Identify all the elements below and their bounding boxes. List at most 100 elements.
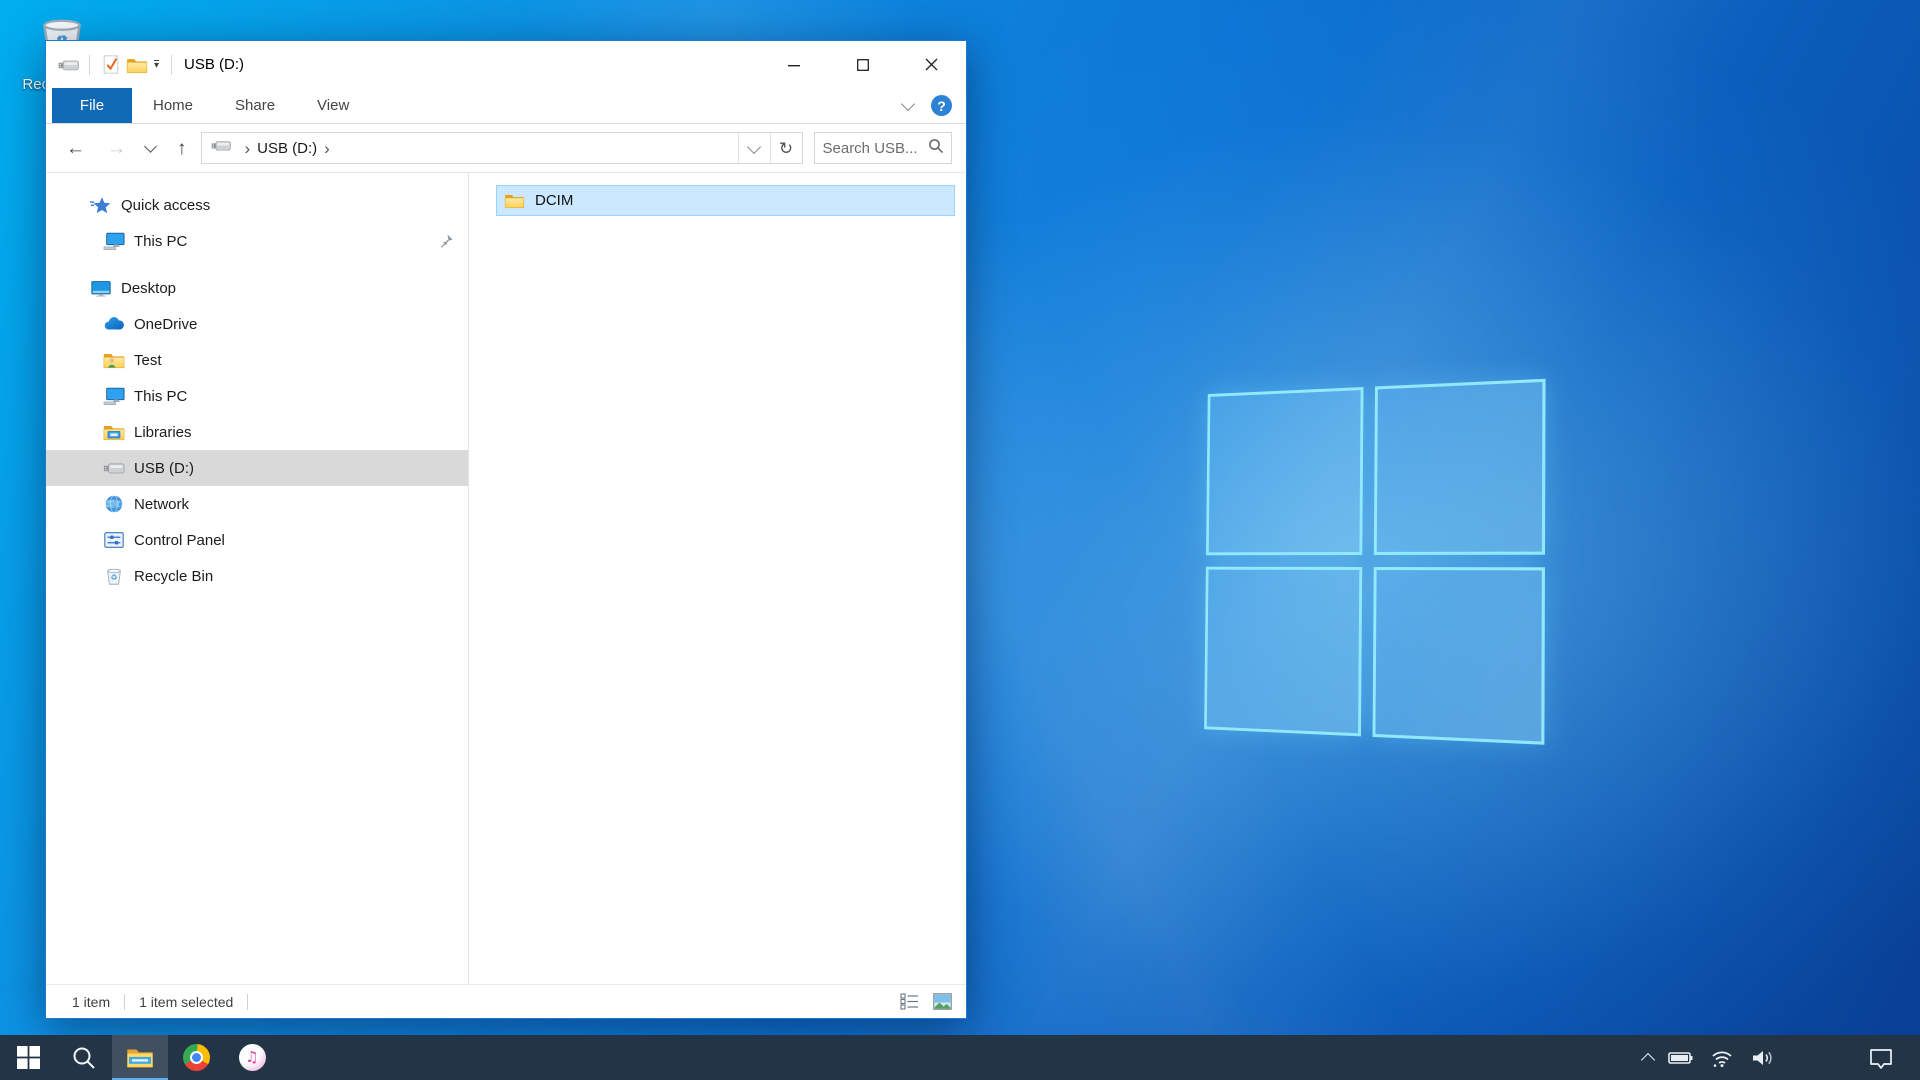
large-icons-view-icon[interactable] [933,993,952,1010]
ribbon-tools: ? [903,88,952,123]
breadcrumb-chevron-icon[interactable]: › [245,140,251,157]
sidebar-item-label: This PC [134,233,187,250]
logo-pane [1204,567,1362,737]
view-toggle-buttons [900,993,952,1010]
file-item-dcim[interactable]: DCIM [496,185,955,216]
sidebar-item-label: Network [134,496,189,513]
itunes-icon: ♫ [239,1044,266,1071]
control-panel-icon [103,530,125,550]
navigation-pane: Quick access This PC Desktop OneDrive Te… [46,173,469,984]
sidebar-item-libraries[interactable]: Libraries [46,414,468,450]
title-bar[interactable]: ▾ USB (D:) [46,41,966,88]
new-folder-icon[interactable] [124,41,150,88]
sidebar-item-test[interactable]: Test [46,342,468,378]
item-count: 1 item [72,994,110,1010]
tab-share[interactable]: Share [214,88,296,123]
breadcrumb-drive[interactable]: USB (D:) [257,140,317,157]
libraries-folder-icon [103,422,125,442]
windows-logo-icon [16,1045,41,1070]
user-folder-icon [103,350,125,370]
sidebar-item-usb-d[interactable]: USB (D:) [46,450,468,486]
wifi-icon[interactable] [1709,1047,1735,1069]
separator [171,55,172,75]
navigation-bar: ← → ↑ › USB (D:) › ↻ [46,124,966,173]
taskbar-chrome-button[interactable] [168,1035,224,1080]
search-box[interactable] [814,132,952,164]
start-button[interactable] [0,1035,56,1080]
address-history-dropdown[interactable] [739,133,770,163]
tab-home[interactable]: Home [132,88,214,123]
file-explorer-window: ▾ USB (D:) File Home Share View ? ← [45,40,967,1019]
sidebar-item-network[interactable]: Network [46,486,468,522]
recent-locations-chevron-icon[interactable] [144,140,157,153]
logo-pane [1373,567,1545,745]
file-explorer-icon [126,1046,154,1069]
ribbon-tabs: File Home Share View ? [46,88,966,124]
details-view-icon[interactable] [900,993,919,1010]
volume-icon[interactable] [1750,1047,1776,1069]
minimize-icon [788,59,800,71]
sidebar-item-label: Control Panel [134,532,225,549]
sidebar-item-this-pc-pinned[interactable]: This PC [46,223,468,259]
taskbar-file-explorer-button[interactable] [112,1035,168,1080]
desktop-icon [90,278,112,298]
help-icon[interactable]: ? [931,95,952,116]
taskbar-itunes-button[interactable]: ♫ [224,1035,280,1080]
sidebar-item-label: OneDrive [134,316,197,333]
usb-drive-icon [55,41,81,88]
separator [124,994,125,1010]
sidebar-item-quick-access[interactable]: Quick access [46,187,468,223]
minimize-button[interactable] [759,41,828,88]
sidebar-item-this-pc[interactable]: This PC [46,378,468,414]
window-body: Quick access This PC Desktop OneDrive Te… [46,173,966,984]
caption-buttons [759,41,966,88]
search-icon[interactable] [928,138,944,159]
tab-file[interactable]: File [52,88,132,123]
file-list-pane[interactable]: DCIM [469,173,966,984]
logo-pane [1206,387,1363,555]
separator [247,994,248,1010]
chevron-down-icon [747,139,761,153]
selection-count: 1 item selected [139,994,233,1010]
action-center-icon[interactable] [1868,1047,1894,1069]
hidden-icons-chevron[interactable] [1641,1052,1655,1066]
sidebar-item-label: Recycle Bin [134,568,213,585]
sidebar-item-recycle-bin[interactable]: Recycle Bin [46,558,468,594]
battery-icon[interactable] [1668,1047,1694,1069]
quick-access-toolbar: ▾ USB (D:) [46,41,244,88]
forward-button[interactable]: → [107,139,126,158]
sidebar-item-label: Quick access [121,197,210,214]
sidebar-item-desktop[interactable]: Desktop [46,270,468,306]
properties-check-icon[interactable] [98,41,124,88]
recycle-bin-icon [103,566,125,586]
network-globe-icon [103,494,125,514]
sidebar-item-label: Libraries [134,424,192,441]
taskbar-search-button[interactable] [56,1035,112,1080]
expand-ribbon-chevron-icon[interactable] [901,96,915,110]
tab-view[interactable]: View [296,88,370,123]
back-button[interactable]: ← [66,139,85,158]
sidebar-item-onedrive[interactable]: OneDrive [46,306,468,342]
status-bar: 1 item 1 item selected [46,984,966,1018]
sidebar-item-control-panel[interactable]: Control Panel [46,522,468,558]
taskbar: ♫ [0,1035,1920,1080]
window-title: USB (D:) [184,56,244,73]
customize-qat-dropdown-icon[interactable]: ▾ [154,60,159,70]
tree-group-gap [46,259,468,270]
refresh-button[interactable]: ↻ [771,133,802,163]
chrome-icon [183,1044,210,1071]
up-button[interactable]: ↑ [177,139,187,158]
pin-icon [438,232,455,249]
system-tray [1643,1035,1894,1080]
search-icon [71,1045,97,1071]
monitor-icon [103,231,125,251]
close-button[interactable] [897,41,966,88]
search-input[interactable] [815,140,928,157]
address-bar[interactable]: › USB (D:) › ↻ [201,132,803,164]
maximize-button[interactable] [828,41,897,88]
sidebar-item-label: Desktop [121,280,176,297]
monitor-icon [103,386,125,406]
breadcrumb-chevron-icon[interactable]: › [324,140,330,157]
maximize-icon [857,59,869,71]
sidebar-item-label: USB (D:) [134,460,194,477]
